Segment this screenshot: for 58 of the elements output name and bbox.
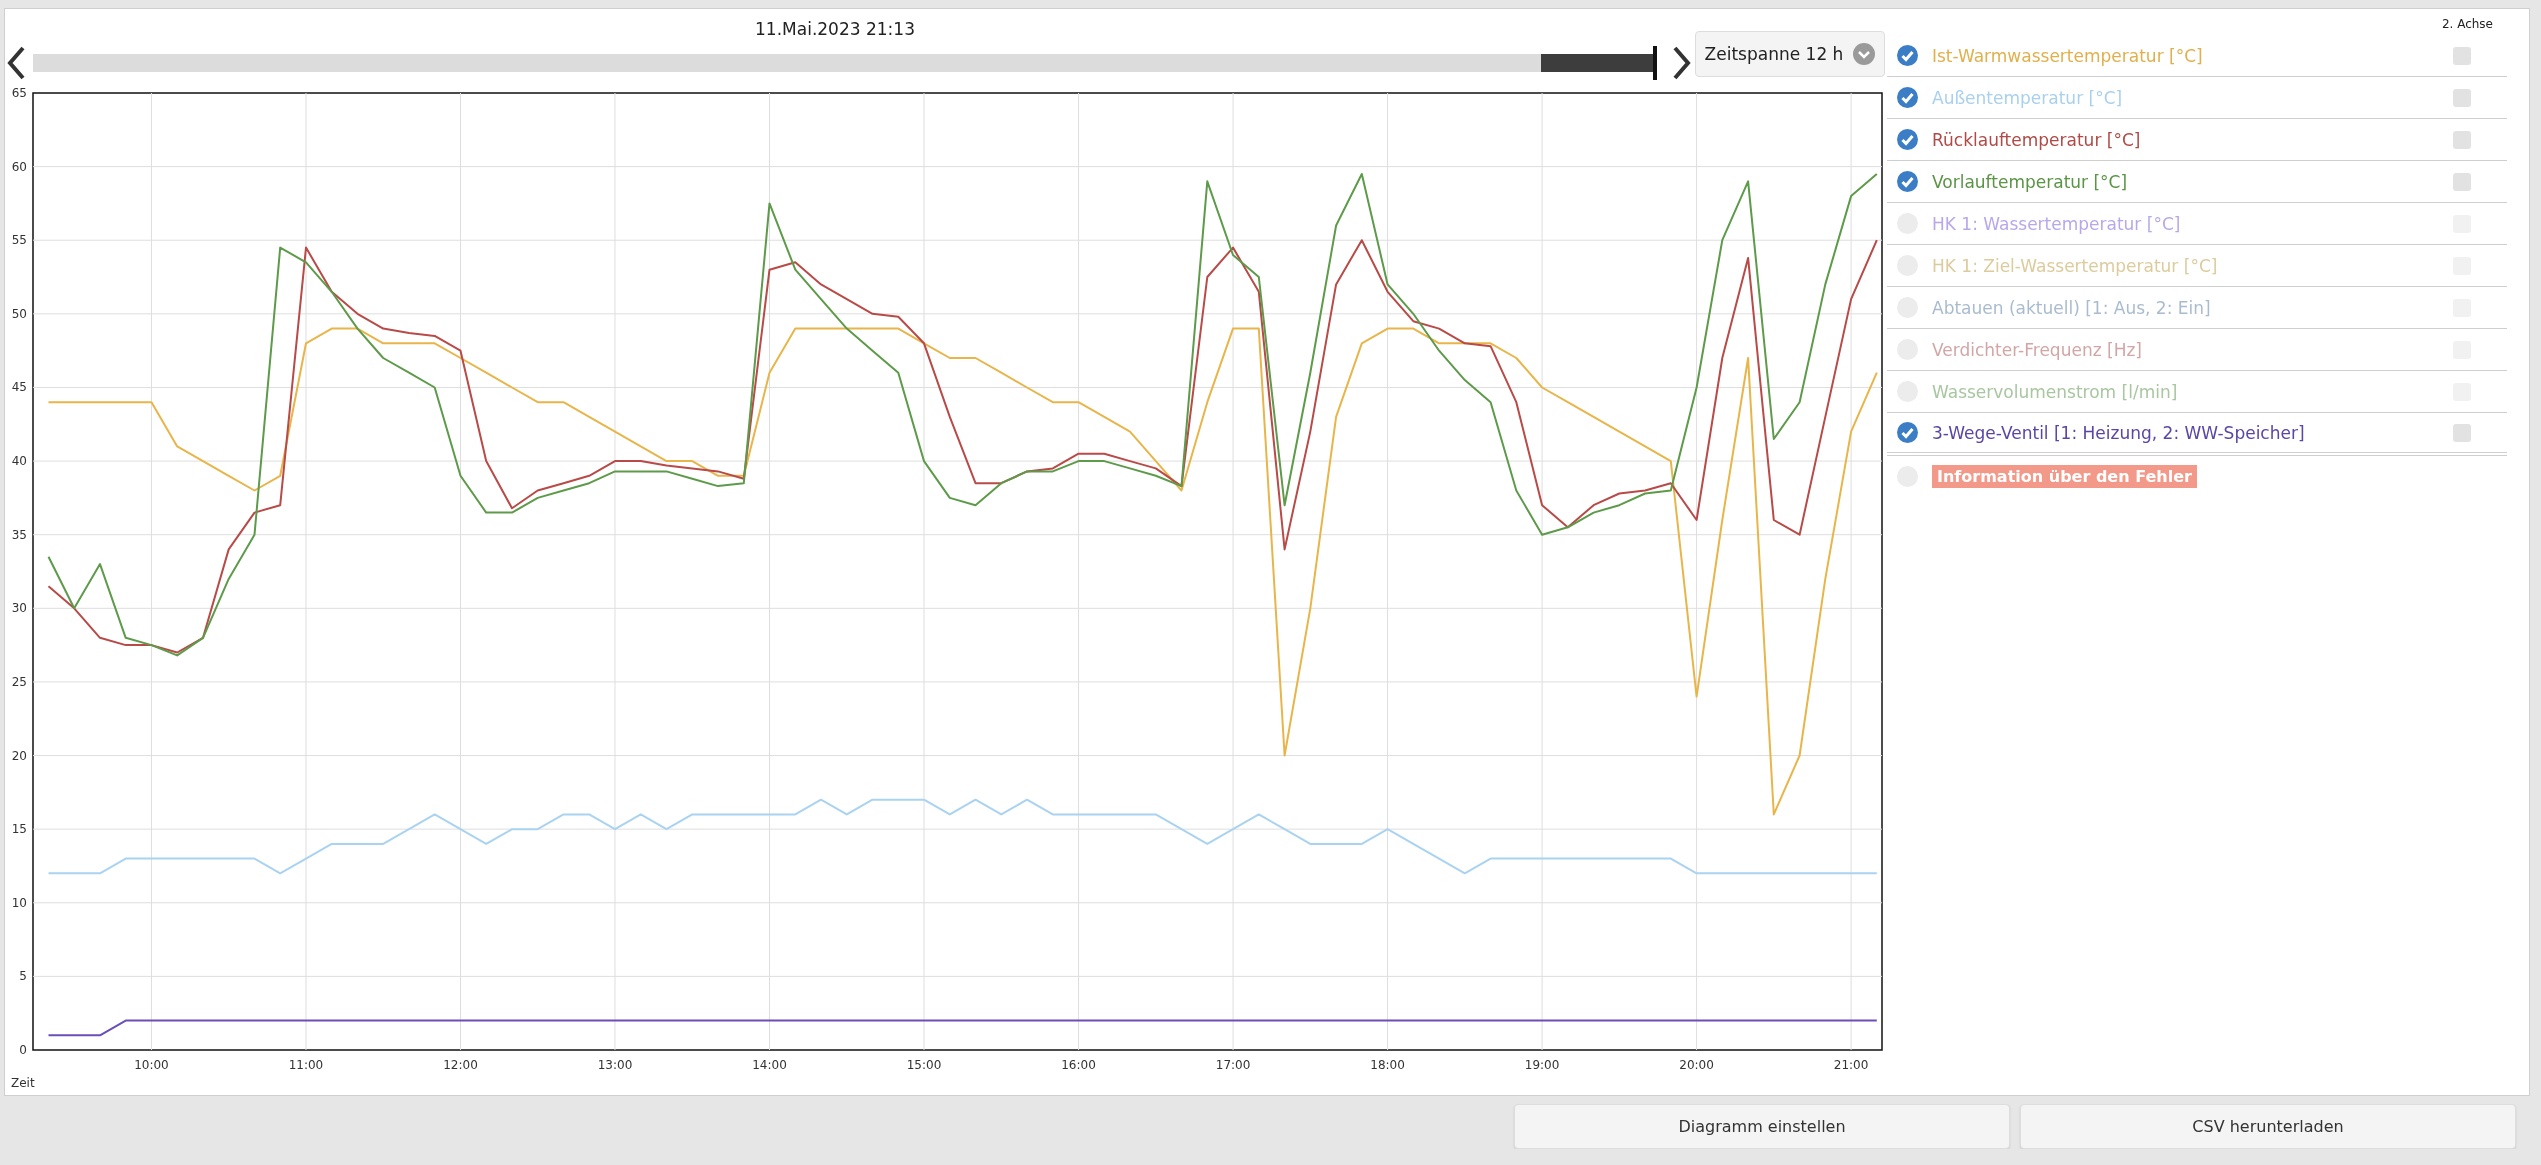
x-axis-tick-label: 14:00: [752, 1058, 787, 1072]
x-axis-tick-label: 18:00: [1370, 1058, 1405, 1072]
y-axis-tick-label: 55: [11, 233, 27, 248]
y-axis-tick-label: 30: [11, 601, 27, 616]
y-axis-tick-label: 50: [11, 306, 27, 321]
error-info-label[interactable]: Information über den Fehler: [1932, 465, 2197, 488]
series-label[interactable]: Außentemperatur [°C]: [1932, 87, 2453, 108]
check-circle-icon[interactable]: [1897, 422, 1918, 443]
y-axis-tick-label: 35: [11, 527, 27, 542]
second-axis-checkbox[interactable]: [2453, 46, 2471, 65]
x-axis-tick-label: 21:00: [1833, 1058, 1869, 1072]
x-axis-tick-label: 19:00: [1524, 1058, 1560, 1072]
y-axis-tick-label: 60: [11, 159, 27, 174]
y-axis-tick-label: 65: [11, 86, 27, 100]
series-label[interactable]: Abtauen (aktuell) [1: Aus, 2: Ein]: [1932, 297, 2453, 318]
timespan-dropdown[interactable]: Zeitspanne 12 h: [1695, 31, 1885, 77]
chevron-down-icon: [1853, 43, 1876, 65]
series-label[interactable]: HK 1: Wassertemperatur [°C]: [1932, 213, 2453, 234]
date-time-label: 11.Mai.2023 21:13: [755, 19, 915, 39]
series-label[interactable]: 3-Wege-Ventil [1: Heizung, 2: WW-Speicher]: [1932, 422, 2453, 443]
x-axis-tick-label: 13:00: [597, 1058, 633, 1072]
y-axis-tick-label: 10: [11, 895, 27, 910]
check-circle-icon[interactable]: [1897, 87, 1918, 108]
slider-window-handle[interactable]: [1541, 46, 1657, 80]
chevron-left-icon[interactable]: [5, 45, 27, 81]
second-axis-checkbox[interactable]: [2453, 130, 2471, 149]
second-axis-checkbox[interactable]: [2453, 172, 2471, 191]
series-label[interactable]: Rücklauftemperatur [°C]: [1932, 129, 2453, 150]
x-axis-tick-label: 12:00: [443, 1058, 478, 1072]
action-button[interactable]: CSV herunterladen: [2020, 1104, 2516, 1149]
series-label[interactable]: Verdichter-Frequenz [Hz]: [1932, 339, 2453, 360]
x-axis-tick-label: 11:00: [288, 1058, 324, 1072]
y-axis-tick-label: 25: [11, 674, 27, 689]
y-axis-tick-label: 40: [11, 454, 27, 469]
y-axis-tick-label: 5: [19, 969, 27, 984]
series-label[interactable]: Ist-Warmwassertemperatur [°C]: [1932, 45, 2453, 66]
series-label[interactable]: HK 1: Ziel-Wassertemperatur [°C]: [1932, 255, 2453, 276]
x-axis-tick-label: 16:00: [1061, 1058, 1096, 1072]
chevron-right-icon[interactable]: [1671, 45, 1693, 81]
x-axis-tick-label: 20:00: [1679, 1058, 1714, 1072]
x-axis-tick-label: 17:00: [1215, 1058, 1251, 1072]
second-axis-checkbox[interactable]: [2453, 423, 2471, 442]
y-axis-tick-label: 15: [11, 822, 27, 837]
y-axis-tick-label: 20: [11, 748, 27, 763]
action-button[interactable]: Diagramm einstellen: [1514, 1104, 2010, 1149]
x-axis-tick-label: 10:00: [134, 1058, 169, 1072]
second-axis-checkbox[interactable]: [2453, 88, 2471, 107]
y-axis-tick-label: 0: [19, 1043, 27, 1057]
check-circle-icon[interactable]: [1897, 171, 1918, 192]
series-label[interactable]: Wasservolumenstrom [l/min]: [1932, 381, 2453, 402]
axis-column-header: 2. Achse: [2441, 17, 2493, 33]
series-label[interactable]: Vorlauftemperatur [°C]: [1932, 171, 2453, 192]
check-circle-icon[interactable]: [1897, 129, 1918, 150]
x-axis-title: Zeit: [11, 1076, 35, 1090]
x-axis-tick-label: 15:00: [906, 1058, 942, 1072]
time-range-slider[interactable]: [33, 46, 1657, 80]
y-axis-tick-label: 45: [11, 380, 27, 395]
check-circle-icon[interactable]: [1897, 45, 1918, 66]
